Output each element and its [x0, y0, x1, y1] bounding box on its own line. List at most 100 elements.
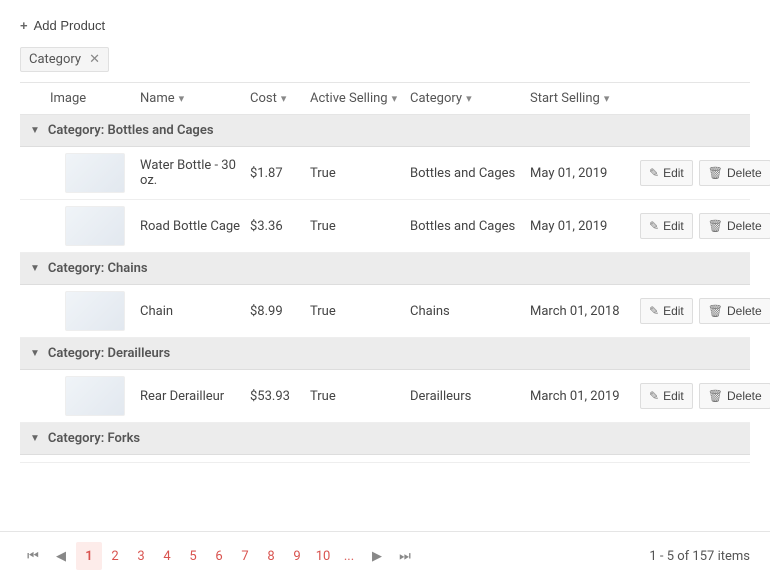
add-product-button[interactable]: + Add Product — [20, 18, 105, 33]
group-chips: Category ✕ — [20, 41, 750, 82]
product-image-cell — [50, 376, 140, 416]
pager-page[interactable]: 2 — [102, 542, 128, 570]
cell-name: Rear Derailleur — [140, 389, 250, 404]
edit-button[interactable]: ✎Edit — [640, 160, 693, 186]
trash-icon: 🗑 — [708, 389, 723, 403]
delete-button[interactable]: 🗑Delete — [699, 213, 770, 239]
cell-start: March 01, 2018 — [530, 304, 640, 319]
pager-last-icon[interactable]: ⏭ — [392, 542, 418, 570]
pencil-icon: ✎ — [649, 389, 659, 403]
filter-icon[interactable]: ▾ — [281, 92, 287, 105]
col-image[interactable]: Image — [50, 91, 140, 106]
cell-start: May 01, 2019 — [530, 219, 640, 234]
trash-icon: 🗑 — [708, 219, 723, 233]
delete-button[interactable]: 🗑Delete — [699, 383, 770, 409]
group-header[interactable]: ▼ Category: Derailleurs — [20, 338, 750, 370]
plus-icon: + — [20, 18, 28, 33]
row-actions: ✎Edit🗑Delete — [640, 213, 770, 239]
pager-page[interactable]: 10 — [310, 542, 336, 570]
pager-page[interactable]: 8 — [258, 542, 284, 570]
filter-icon[interactable]: ▾ — [179, 92, 185, 105]
chevron-down-icon: ▼ — [30, 348, 40, 359]
group-chip-category[interactable]: Category ✕ — [20, 47, 109, 72]
col-active[interactable]: Active Selling▾ — [310, 91, 410, 106]
product-image — [65, 291, 125, 331]
cell-cost: $8.99 — [250, 304, 310, 319]
pager-page[interactable]: ... — [336, 542, 362, 570]
col-cost[interactable]: Cost▾ — [250, 91, 310, 106]
cell-category: Bottles and Cages — [410, 219, 530, 234]
product-image-cell — [50, 206, 140, 246]
product-image — [65, 206, 125, 246]
pager-page[interactable]: 3 — [128, 542, 154, 570]
chevron-down-icon: ▼ — [30, 125, 40, 136]
product-image-cell — [50, 291, 140, 331]
cell-active: True — [310, 166, 410, 181]
pager-page[interactable]: 5 — [180, 542, 206, 570]
pager-next-icon[interactable]: ▶ — [364, 542, 390, 570]
pencil-icon: ✎ — [649, 304, 659, 318]
pager-page[interactable]: 4 — [154, 542, 180, 570]
group-header[interactable]: ▼Category: Bottles and Cages — [20, 115, 750, 147]
cell-category: Derailleurs — [410, 389, 530, 404]
group-header-label: Category: Forks — [48, 431, 140, 446]
product-image — [65, 376, 125, 416]
cell-name: Chain — [140, 304, 250, 319]
chevron-down-icon: ▼ — [30, 263, 40, 274]
edit-button[interactable]: ✎Edit — [640, 383, 693, 409]
cell-active: True — [310, 304, 410, 319]
pager-page[interactable]: 6 — [206, 542, 232, 570]
col-name[interactable]: Name▾ — [140, 91, 250, 106]
row-actions: ✎Edit🗑Delete — [640, 298, 770, 324]
pencil-icon: ✎ — [649, 219, 659, 233]
pager-page[interactable]: 1 — [76, 542, 102, 570]
group-header[interactable]: ▼ Category: Chains — [20, 253, 750, 285]
cell-name: Road Bottle Cage — [140, 219, 250, 234]
delete-button[interactable]: 🗑Delete — [699, 160, 770, 186]
cell-name: Water Bottle - 30 oz. — [140, 158, 250, 188]
pager: ⏮ ◀ 12345678910... ▶ ⏭ 1 - 5 of 157 item… — [0, 531, 770, 580]
product-image-cell — [50, 153, 140, 193]
cell-active: True — [310, 219, 410, 234]
cell-category: Bottles and Cages — [410, 166, 530, 181]
pager-page[interactable]: 7 — [232, 542, 258, 570]
table-row: Chain$8.99TrueChainsMarch 01, 2018✎Edit 🗑… — [20, 285, 750, 338]
pencil-icon: ✎ — [649, 166, 659, 180]
cell-start: March 01, 2019 — [530, 389, 640, 404]
cell-start: May 01, 2019 — [530, 166, 640, 181]
column-header-row: Image Name▾ Cost▾ Active Selling▾ Catego… — [20, 83, 750, 115]
group-header-label: Category: Derailleurs — [48, 346, 170, 361]
trash-icon: 🗑 — [708, 304, 723, 318]
col-start[interactable]: Start Selling▾ — [530, 91, 640, 106]
filter-icon[interactable]: ▾ — [392, 92, 398, 105]
cell-cost: $3.36 — [250, 219, 310, 234]
group-header-label: Category: Chains — [48, 261, 148, 276]
pager-page[interactable]: 9 — [284, 542, 310, 570]
col-category[interactable]: Category▾ — [410, 91, 530, 106]
product-image — [65, 153, 125, 193]
table-row: Rear Derailleur$53.93TrueDerailleursMarc… — [20, 370, 750, 423]
delete-button[interactable]: 🗑Delete — [699, 298, 770, 324]
chip-label: Category — [29, 52, 81, 67]
toolbar: + Add Product — [20, 10, 750, 41]
close-icon[interactable]: ✕ — [89, 52, 100, 67]
row-actions: ✎Edit🗑Delete — [640, 383, 770, 409]
cell-active: True — [310, 389, 410, 404]
pager-status: 1 - 5 of 157 items — [649, 549, 750, 564]
filter-icon[interactable]: ▾ — [466, 92, 472, 105]
pager-buttons: ⏮ ◀ 12345678910... ▶ ⏭ — [20, 542, 418, 570]
chevron-down-icon: ▼ — [30, 433, 40, 444]
data-grid: Image Name▾ Cost▾ Active Selling▾ Catego… — [20, 82, 750, 463]
pager-prev-icon[interactable]: ◀ — [48, 542, 74, 570]
trash-icon: 🗑 — [708, 166, 723, 180]
table-row: Water Bottle - 30 oz.$1.87TrueBottles an… — [20, 147, 750, 200]
add-product-label: Add Product — [34, 18, 106, 33]
edit-button[interactable]: ✎Edit — [640, 213, 693, 239]
table-row: Road Bottle Cage$3.36TrueBottles and Cag… — [20, 200, 750, 253]
group-header[interactable]: ▼ Category: Forks — [20, 423, 750, 455]
cell-category: Chains — [410, 304, 530, 319]
edit-button[interactable]: ✎Edit — [640, 298, 693, 324]
cell-cost: $1.87 — [250, 166, 310, 181]
filter-icon[interactable]: ▾ — [604, 92, 610, 105]
pager-first-icon[interactable]: ⏮ — [20, 542, 46, 570]
